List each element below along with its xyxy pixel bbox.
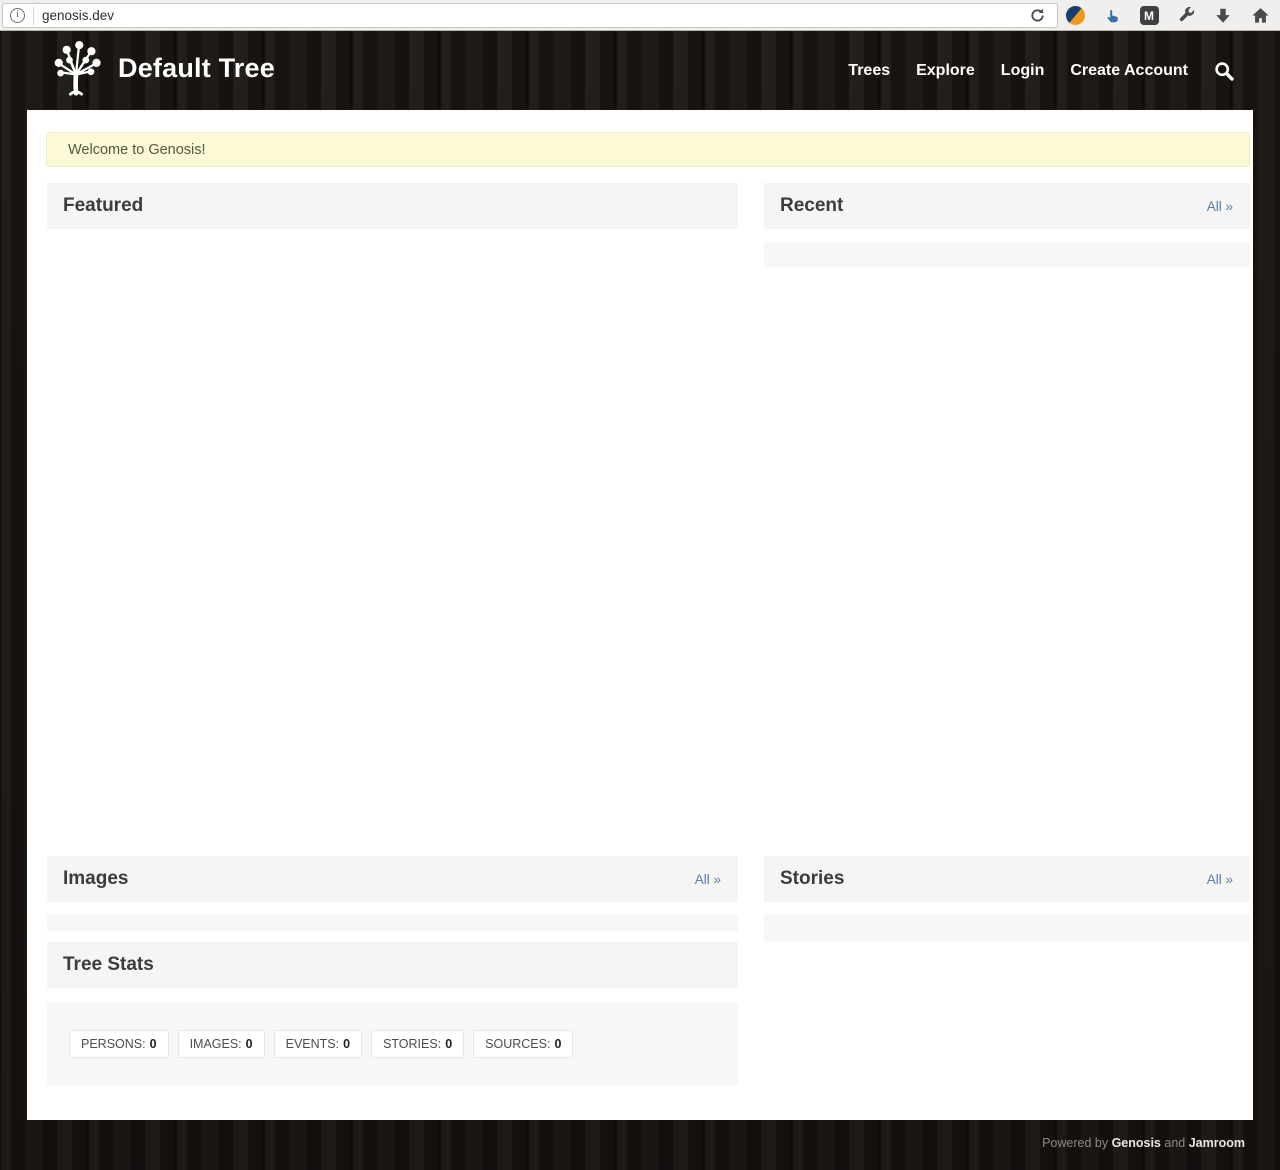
tree-stats-title: Tree Stats xyxy=(63,954,154,975)
footer-powered-by: Powered by xyxy=(1042,1136,1109,1150)
wrench-icon[interactable] xyxy=(1174,4,1198,28)
stat-value: 0 xyxy=(554,1036,562,1051)
recent-all-link[interactable]: All » xyxy=(1207,199,1233,214)
page-background: Default Tree Trees Explore Login Create … xyxy=(0,31,1280,1170)
site-title[interactable]: Default Tree xyxy=(118,53,275,84)
recent-title: Recent xyxy=(780,195,844,216)
hand-pointer-extension-icon[interactable] xyxy=(1100,4,1124,28)
reload-button[interactable] xyxy=(1021,5,1053,26)
search-button[interactable] xyxy=(1214,61,1234,81)
extension-icons: M xyxy=(1063,0,1280,30)
recent-empty-row xyxy=(764,243,1250,267)
stat-badge-sources: SOURCES: 0 xyxy=(473,1029,574,1058)
images-title: Images xyxy=(63,868,129,889)
footer-jamroom-link[interactable]: Jamroom xyxy=(1189,1136,1245,1150)
tree-stats-panel: PERSONS: 0 IMAGES: 0 EVENTS: 0 STORIES: 0 SO… xyxy=(47,1002,738,1085)
site-footer: Powered by Genosis and Jamroom xyxy=(645,1136,1245,1150)
home-icon[interactable] xyxy=(1248,4,1272,28)
stat-value: 0 xyxy=(245,1036,253,1051)
main-nav: Trees Explore Login Create Account xyxy=(848,31,1234,110)
stat-badge-persons: PERSONS: 0 xyxy=(69,1029,169,1058)
browser-toolbar: i genosis.dev M xyxy=(0,0,1280,31)
stories-empty-row xyxy=(764,914,1250,942)
reload-icon xyxy=(1030,8,1044,22)
tree-logo-icon xyxy=(54,41,101,96)
featured-section-header: Featured xyxy=(47,183,738,229)
stat-label: IMAGES: xyxy=(189,1036,242,1051)
divider xyxy=(33,6,34,25)
stat-label: PERSONS: xyxy=(81,1036,146,1051)
stat-value: 0 xyxy=(343,1036,351,1051)
brand[interactable]: Default Tree xyxy=(48,37,275,99)
url-text[interactable]: genosis.dev xyxy=(42,8,114,23)
nav-item-login[interactable]: Login xyxy=(1001,62,1045,80)
welcome-alert: Welcome to Genosis! xyxy=(46,132,1250,167)
address-bar[interactable]: i genosis.dev xyxy=(2,3,1058,28)
nav-item-trees[interactable]: Trees xyxy=(848,62,890,80)
stat-label: EVENTS: xyxy=(285,1036,340,1051)
stories-all-link[interactable]: All » xyxy=(1207,872,1233,887)
download-icon[interactable] xyxy=(1211,4,1235,28)
recent-section-header: Recent All » xyxy=(764,183,1250,229)
images-empty-row xyxy=(47,914,738,931)
stat-badge-events: EVENTS: 0 xyxy=(273,1029,363,1058)
featured-title: Featured xyxy=(63,195,144,216)
nav-item-create-account[interactable]: Create Account xyxy=(1070,62,1188,80)
stat-badge-stories: STORIES: 0 xyxy=(371,1029,465,1058)
stat-label: SOURCES: xyxy=(485,1036,551,1051)
site-header: Default Tree Trees Explore Login Create … xyxy=(0,31,1280,110)
search-icon xyxy=(1215,61,1234,81)
stat-value: 0 xyxy=(149,1036,157,1051)
footer-and: and xyxy=(1164,1136,1186,1150)
images-section-header: Images All » xyxy=(47,856,738,902)
nav-item-explore[interactable]: Explore xyxy=(916,62,975,80)
stories-section-header: Stories All » xyxy=(764,856,1250,902)
images-all-link[interactable]: All » xyxy=(695,872,721,887)
stat-label: STORIES: xyxy=(383,1036,442,1051)
welcome-alert-text: Welcome to Genosis! xyxy=(68,141,206,158)
m-extension-icon[interactable]: M xyxy=(1137,4,1161,28)
main-content: Welcome to Genosis! Featured Recent All … xyxy=(27,110,1253,1120)
stat-value: 0 xyxy=(445,1036,453,1051)
swirl-extension-icon[interactable] xyxy=(1063,4,1087,28)
site-info-icon[interactable]: i xyxy=(10,8,25,23)
stories-title: Stories xyxy=(780,868,845,889)
tree-stats-section-header: Tree Stats xyxy=(47,942,738,988)
footer-genosis-link[interactable]: Genosis xyxy=(1112,1136,1161,1150)
stat-badge-images: IMAGES: 0 xyxy=(177,1029,265,1058)
